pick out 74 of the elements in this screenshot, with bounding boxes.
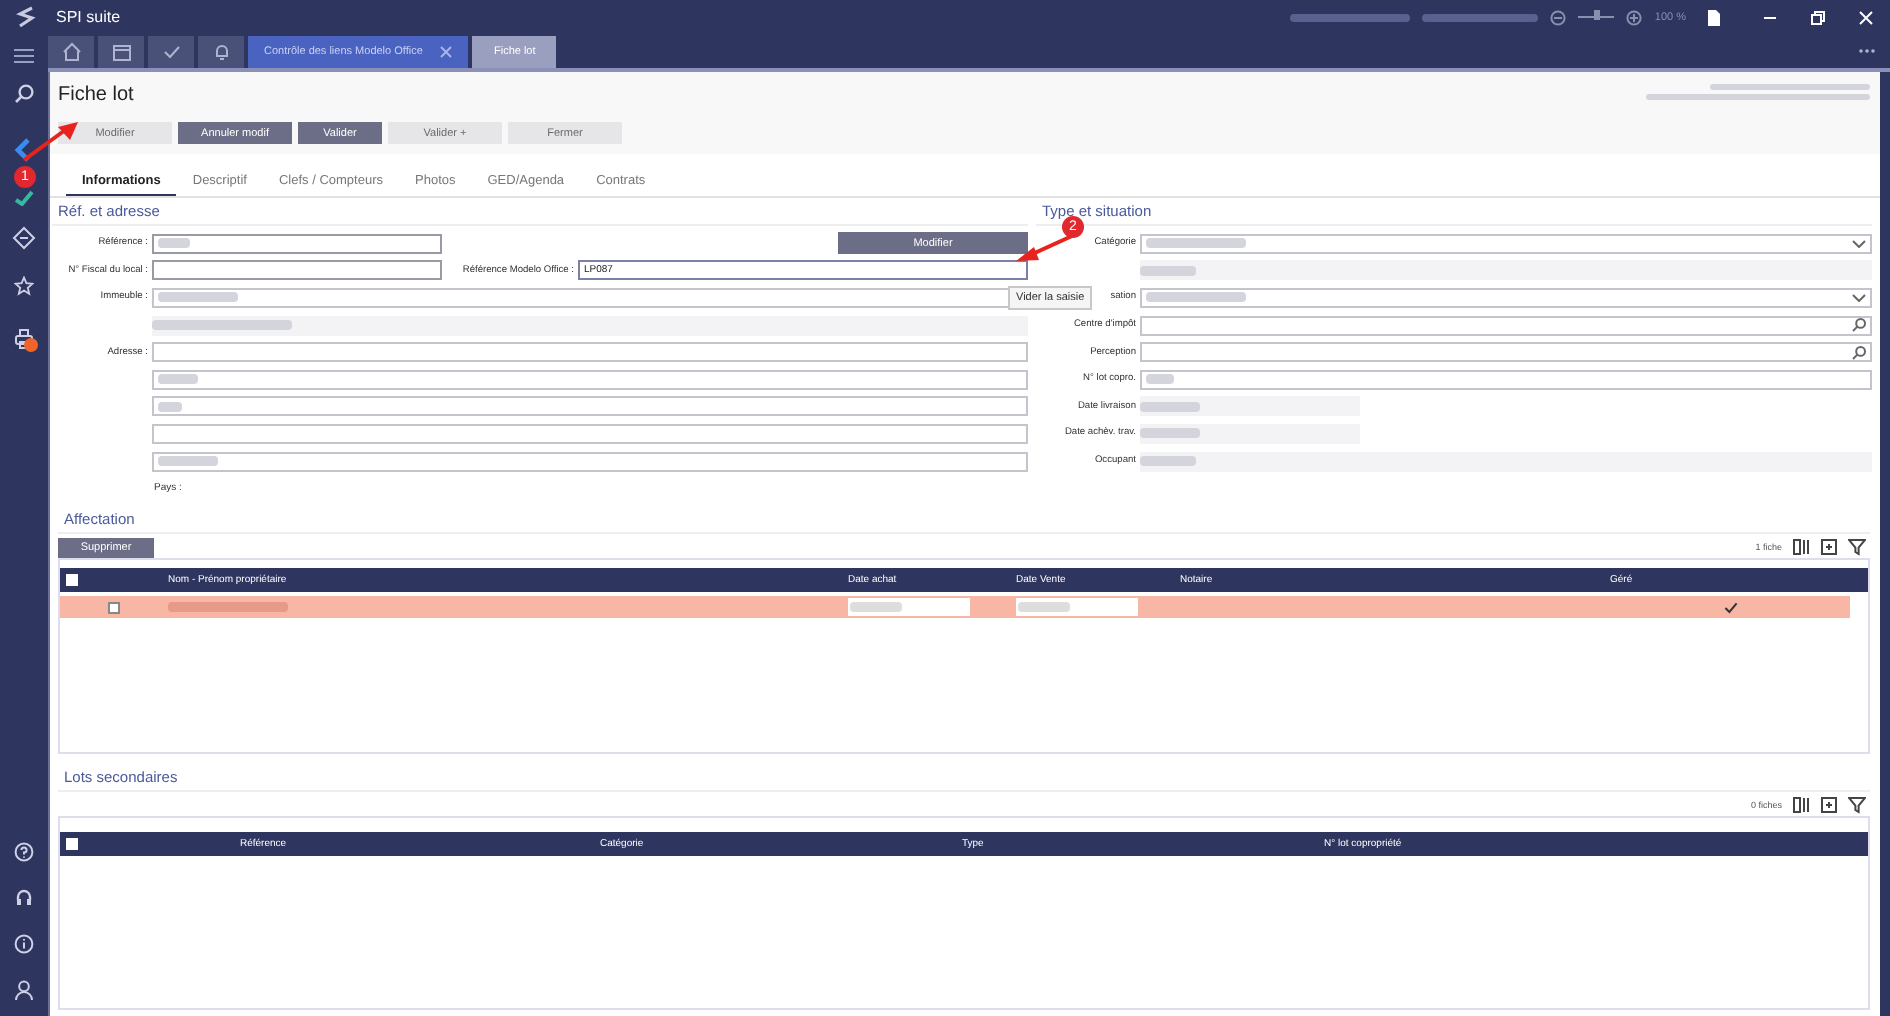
document-icon[interactable] — [1706, 7, 1722, 27]
redacted-text — [158, 374, 198, 385]
row-checkbox[interactable] — [108, 601, 120, 613]
icon-tab[interactable] — [98, 36, 144, 68]
redacted-text — [1018, 602, 1070, 612]
annotation-arrow — [1014, 234, 1074, 262]
calendar-icon — [111, 42, 131, 62]
icon-tab[interactable] — [198, 36, 244, 68]
more-icon[interactable] — [1858, 48, 1876, 54]
logo-icon — [16, 6, 36, 28]
zoom-out-icon — [1550, 9, 1567, 25]
filter-icon[interactable] — [1848, 796, 1866, 814]
slider-thumb[interactable] — [1594, 10, 1601, 20]
redacted-text — [152, 320, 292, 331]
help-icon[interactable] — [14, 842, 34, 862]
input-field[interactable] — [1140, 369, 1872, 390]
redacted-text — [158, 456, 218, 467]
dropdown-field[interactable] — [1140, 233, 1872, 254]
input-field[interactable] — [152, 369, 1028, 390]
redacted-text — [158, 292, 238, 303]
user-icon[interactable] — [14, 980, 34, 1000]
redacted-text — [168, 602, 288, 612]
icon-tab[interactable] — [148, 36, 194, 68]
input-field[interactable] — [152, 260, 442, 281]
redacted-text — [158, 238, 190, 249]
columns-icon[interactable] — [1792, 796, 1810, 814]
home-icon — [61, 42, 81, 62]
redacted-text — [1140, 401, 1200, 412]
annotation-arrow — [20, 120, 80, 164]
redacted-text — [1140, 428, 1200, 439]
restore-icon[interactable] — [1810, 9, 1826, 25]
input-field[interactable] — [152, 396, 1028, 417]
search-icon — [1852, 318, 1866, 333]
caret-icon — [1852, 239, 1866, 248]
page-title: Fiche lot — [58, 84, 134, 106]
input-field[interactable] — [152, 342, 1028, 363]
input-field[interactable] — [152, 233, 442, 254]
search-field[interactable] — [1140, 342, 1872, 363]
info-icon[interactable] — [14, 934, 34, 954]
window-title: SPI suite — [56, 8, 121, 26]
redacted-text — [1422, 13, 1539, 21]
search-icon — [1852, 345, 1866, 360]
redacted-text — [1290, 13, 1411, 21]
bell-icon — [211, 42, 231, 62]
redacted-text — [1140, 456, 1196, 467]
redacted-text — [158, 401, 182, 412]
table-row[interactable] — [60, 596, 1850, 618]
search-icon[interactable] — [14, 84, 34, 104]
columns-icon[interactable] — [1792, 538, 1810, 556]
add-icon[interactable] — [1820, 538, 1838, 556]
filter-icon[interactable] — [1848, 538, 1866, 556]
printer-icon[interactable] — [14, 328, 34, 350]
menu-icon[interactable] — [14, 48, 34, 64]
redacted-text — [1146, 292, 1246, 303]
redacted-text — [850, 602, 902, 612]
headset-icon[interactable] — [14, 888, 34, 908]
dropdown-field[interactable] — [1140, 287, 1872, 308]
redacted-text — [1146, 374, 1174, 385]
search-field[interactable] — [1140, 315, 1872, 336]
input-field[interactable] — [152, 423, 1028, 444]
star-icon[interactable] — [14, 276, 34, 296]
add-icon[interactable] — [1820, 796, 1838, 814]
zoom-in-icon — [1626, 9, 1643, 25]
input-field[interactable] — [152, 451, 1028, 472]
redacted-text — [1140, 265, 1196, 276]
header-checkbox[interactable] — [66, 838, 78, 850]
check-icon — [161, 42, 181, 62]
header-checkbox[interactable] — [66, 574, 78, 586]
caret-icon — [1852, 293, 1866, 302]
redacted-text — [1146, 238, 1246, 249]
diamond-icon[interactable] — [12, 226, 36, 250]
chevron-icon[interactable] — [14, 138, 34, 162]
notification-dot — [24, 338, 38, 352]
icon-tab[interactable] — [48, 36, 94, 68]
